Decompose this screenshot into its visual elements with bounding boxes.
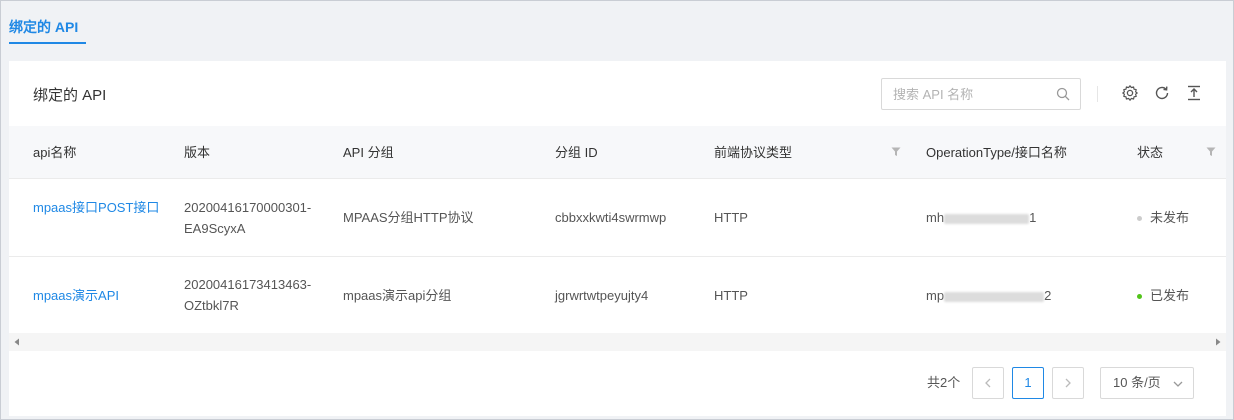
status-cell: 已发布 [1137, 285, 1189, 306]
status-cell: 未发布 [1137, 207, 1189, 228]
scroll-left-icon[interactable] [13, 338, 21, 346]
group-id-cell: jgrwrtwtpeyujty4 [555, 288, 649, 303]
version-cell: 20200416173413463-OZtbkl7R [184, 277, 312, 313]
page-size-select[interactable]: 10 条/页 [1100, 367, 1194, 399]
protocol-cell: HTTP [714, 288, 748, 303]
table-row: mpaas演示API 20200416173413463-OZtbkl7R mp… [9, 257, 1226, 333]
operation-type-prefix: mh [926, 210, 945, 225]
chevron-right-icon [1065, 378, 1071, 388]
column-header-api-name: api名称 [33, 145, 77, 160]
protocol-cell: HTTP [714, 210, 748, 225]
group-cell: MPAAS分组HTTP协议 [343, 210, 474, 225]
api-name-link[interactable]: mpaas接口POST接口 [33, 197, 163, 218]
version-cell: 20200416170000301-EA9ScyxA [184, 200, 312, 236]
operation-type-prefix: mp [926, 288, 945, 303]
page-size-value: 10 条/页 [1113, 375, 1161, 390]
tab-bound-api[interactable]: 绑定的 API [9, 17, 78, 45]
operation-type-suffix: 1 [1029, 210, 1037, 225]
search-box [881, 78, 1081, 110]
column-header-operation-type: OperationType/接口名称 [926, 145, 1067, 160]
export-icon[interactable] [1185, 84, 1203, 102]
scroll-right-icon[interactable] [1214, 338, 1222, 346]
column-header-protocol: 前端协议类型 [714, 145, 793, 160]
status-dot [1137, 294, 1142, 300]
operation-type-cell: mh 1 [926, 207, 1036, 228]
app-frame: 绑定的 API 绑定的 API api名称 版本 [0, 0, 1234, 420]
toolbar-divider [1097, 86, 1098, 102]
chevron-left-icon [985, 378, 991, 388]
tab-active-indicator [9, 42, 86, 44]
pagination-total: 共2个 [927, 375, 961, 390]
prev-page-button[interactable] [972, 367, 1004, 399]
column-header-version: 版本 [184, 145, 211, 160]
group-id-cell: cbbxxkwti4swrmwp [555, 210, 667, 225]
group-cell: mpaas演示api分组 [343, 288, 452, 303]
search-icon[interactable] [1056, 87, 1070, 101]
card-title: 绑定的 API [33, 87, 107, 104]
filter-icon[interactable] [891, 147, 901, 157]
column-header-status: 状态 [1137, 145, 1164, 160]
search-input[interactable] [882, 79, 1052, 109]
filter-icon[interactable] [1206, 147, 1216, 157]
operation-type-cell: mp 2 [926, 285, 1051, 306]
operation-type-suffix: 2 [1044, 288, 1052, 303]
column-header-api-group: API 分组 [343, 145, 394, 160]
page-button-1[interactable]: 1 [1012, 367, 1044, 399]
table-row: mpaas接口POST接口 20200416170000301-EA9ScyxA… [9, 179, 1226, 257]
next-page-button[interactable] [1052, 367, 1084, 399]
table-header: api名称 版本 API 分组 分组 ID 前端协议类型 OperationTy… [9, 126, 1226, 179]
refresh-icon[interactable] [1153, 84, 1171, 102]
column-header-group-id: 分组 ID [555, 145, 598, 160]
status-text: 已发布 [1150, 288, 1190, 303]
chevron-down-icon [1173, 381, 1183, 387]
horizontal-scrollbar[interactable] [9, 333, 1226, 351]
status-dot [1137, 216, 1142, 222]
api-name-link[interactable]: mpaas演示API [33, 285, 119, 306]
settings-icon[interactable] [1121, 84, 1139, 102]
redacted-text [944, 213, 1030, 224]
redacted-text [944, 291, 1045, 302]
bound-api-card: 绑定的 API api名称 版本 API 分组 分组 I [9, 61, 1226, 416]
status-text: 未发布 [1150, 210, 1190, 225]
